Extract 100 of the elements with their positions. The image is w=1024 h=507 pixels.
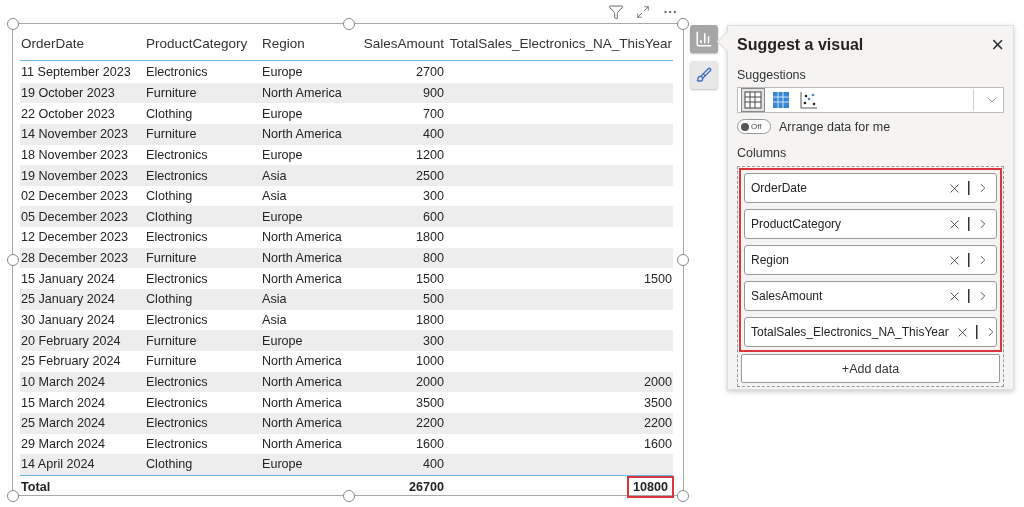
divider-line xyxy=(968,289,970,303)
table-cell-text: 2500 xyxy=(414,167,445,185)
table-cell-text: 3500 xyxy=(642,394,673,412)
field-name: TotalSales_Electronics_NA_ThisYear xyxy=(751,325,949,339)
table-cell-text: Europe xyxy=(261,105,304,123)
table-cell-text: North America xyxy=(261,373,343,391)
total-value: 26700 xyxy=(353,474,445,499)
table-cell-text: 20 February 2024 xyxy=(20,332,122,350)
column-header: SalesAmount xyxy=(353,26,445,61)
table-cell-text: 700 xyxy=(422,105,445,123)
table-cell-text: 1600 xyxy=(414,435,445,453)
table-cell-text: 1000 xyxy=(414,353,445,371)
table-cell-text: 1800 xyxy=(414,312,445,329)
table-cell-text: 400 xyxy=(422,456,445,474)
resize-handle[interactable] xyxy=(343,18,355,30)
table-cell-text: Clothing xyxy=(145,456,194,474)
table-cell-text: Electronics xyxy=(145,394,209,412)
table-cell-text: 2000 xyxy=(642,373,673,391)
table-cell-text: 18 November 2023 xyxy=(20,146,130,164)
table-cell-text: Europe xyxy=(261,332,304,350)
table-cell-text: Europe xyxy=(261,456,304,474)
table-cell-text: Furniture xyxy=(145,250,198,268)
table-cell-text: 2000 xyxy=(414,373,445,391)
total-label: Total xyxy=(20,474,145,499)
table-cell-text: 28 December 2023 xyxy=(20,250,130,268)
divider-line xyxy=(968,253,970,267)
table-cell-text: 19 October 2023 xyxy=(20,84,116,102)
table-cell-text: North America xyxy=(261,415,343,433)
table-cell-text: North America xyxy=(261,394,343,412)
field-name: ProductCategory xyxy=(751,217,843,231)
table-cell-text: Clothing xyxy=(145,188,194,206)
suggestions-label: Suggestions xyxy=(737,68,807,82)
table-cell-text: 14 November 2023 xyxy=(20,126,130,144)
table-cell-text: Electronics xyxy=(145,64,209,82)
focus-mode-icon[interactable] xyxy=(636,4,650,19)
table-cell-text: 25 January 2024 xyxy=(20,291,116,309)
chart-icon[interactable] xyxy=(690,25,718,53)
field-pill[interactable]: ProductCategory xyxy=(744,209,997,239)
table-cell-text: 25 March 2024 xyxy=(20,415,106,433)
close-button[interactable]: × xyxy=(991,34,1004,56)
suggestions-dropdown[interactable] xyxy=(737,87,1004,113)
table-cell-text: Asia xyxy=(261,312,288,329)
table-cell-text: Asia xyxy=(261,167,288,185)
table-cell-text: North America xyxy=(261,435,343,453)
scatter-chart-icon xyxy=(800,91,818,109)
table-cell-text: 500 xyxy=(422,291,445,309)
table-cell-text: 800 xyxy=(422,250,445,268)
table-cell-text: 2200 xyxy=(414,415,445,433)
field-name: Region xyxy=(751,253,791,267)
resize-handle[interactable] xyxy=(7,490,19,502)
toggle-switch[interactable]: Off xyxy=(737,119,771,134)
column-header: Region xyxy=(261,26,353,61)
divider-line xyxy=(975,325,978,339)
panel-title: Suggest a visual xyxy=(737,36,864,54)
table-cell-text: 1500 xyxy=(642,270,673,288)
field-pill[interactable]: Region xyxy=(744,245,997,275)
divider-line xyxy=(968,217,970,231)
table-cell-text: North America xyxy=(261,353,343,371)
table-cell-text: North America xyxy=(261,270,343,288)
table-cell-text: 300 xyxy=(422,188,445,206)
resize-handle[interactable] xyxy=(343,490,355,502)
table-cell-text: Asia xyxy=(261,291,288,309)
table-cell-text: Furniture xyxy=(145,353,198,371)
field-pill[interactable]: TotalSales_Electronics_NA_ThisYear xyxy=(744,317,997,347)
resize-handle[interactable] xyxy=(677,490,689,502)
add-data-button[interactable]: +Add data xyxy=(741,354,1000,383)
resize-handle[interactable] xyxy=(7,18,19,30)
table-cell-text: Electronics xyxy=(145,270,209,288)
table-cell-text: Europe xyxy=(261,64,304,82)
table-cell-text: Furniture xyxy=(145,84,198,102)
table-cell-text: Electronics xyxy=(145,312,209,329)
resize-handle[interactable] xyxy=(7,254,19,266)
table-cell-text: 15 January 2024 xyxy=(20,270,116,288)
table-cell-text: Europe xyxy=(261,146,304,164)
field-pill[interactable]: OrderDate xyxy=(744,173,997,203)
table-cell-text: 12 December 2023 xyxy=(20,229,130,247)
total-value: 10800 xyxy=(628,478,672,497)
resize-handle[interactable] xyxy=(677,18,689,30)
table-cell-text: Electronics xyxy=(145,167,209,185)
filter-icon[interactable] xyxy=(608,3,624,20)
matrix-icon xyxy=(772,91,790,109)
field-pill[interactable]: SalesAmount xyxy=(744,281,997,311)
table-cell-text: 3500 xyxy=(414,394,445,412)
table-cell-text: 1500 xyxy=(414,270,445,288)
resize-handle[interactable] xyxy=(677,254,689,266)
columns-label: Columns xyxy=(737,146,788,160)
table-cell-text: North America xyxy=(261,250,343,268)
table-cell-text: 11 September 2023 xyxy=(20,64,132,82)
divider-line xyxy=(968,181,970,195)
table-cell-text: 19 November 2023 xyxy=(20,167,130,185)
table-cell-text: Europe xyxy=(261,208,304,226)
table-cell-text: 1600 xyxy=(642,435,673,453)
table-cell-text: North America xyxy=(261,229,343,247)
column-header: OrderDate xyxy=(20,26,145,61)
table-cell-text: Clothing xyxy=(145,291,194,309)
table-cell-text: Clothing xyxy=(145,208,194,226)
brush-icon[interactable] xyxy=(690,61,718,89)
table-cell-text: Furniture xyxy=(145,126,198,144)
table-cell-text: 1800 xyxy=(414,229,445,247)
table-cell-text: Electronics xyxy=(145,415,209,433)
